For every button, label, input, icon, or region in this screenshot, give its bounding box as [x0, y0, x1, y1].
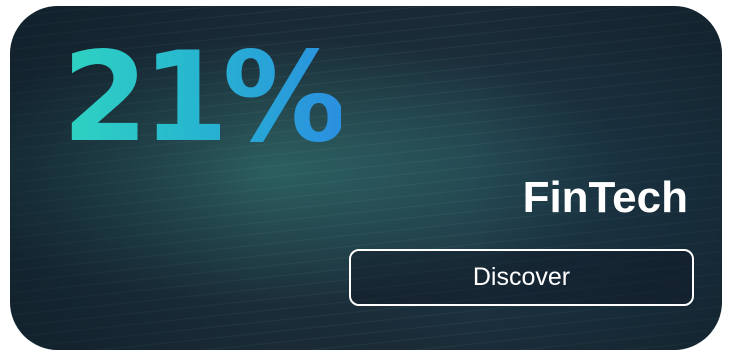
stat-percentage: 21% — [62, 26, 347, 170]
banner-title: FinTech — [522, 173, 688, 222]
discover-button[interactable]: Discover — [349, 249, 694, 306]
fintech-promo-banner[interactable]: 21% FinTech Discover — [10, 6, 722, 350]
